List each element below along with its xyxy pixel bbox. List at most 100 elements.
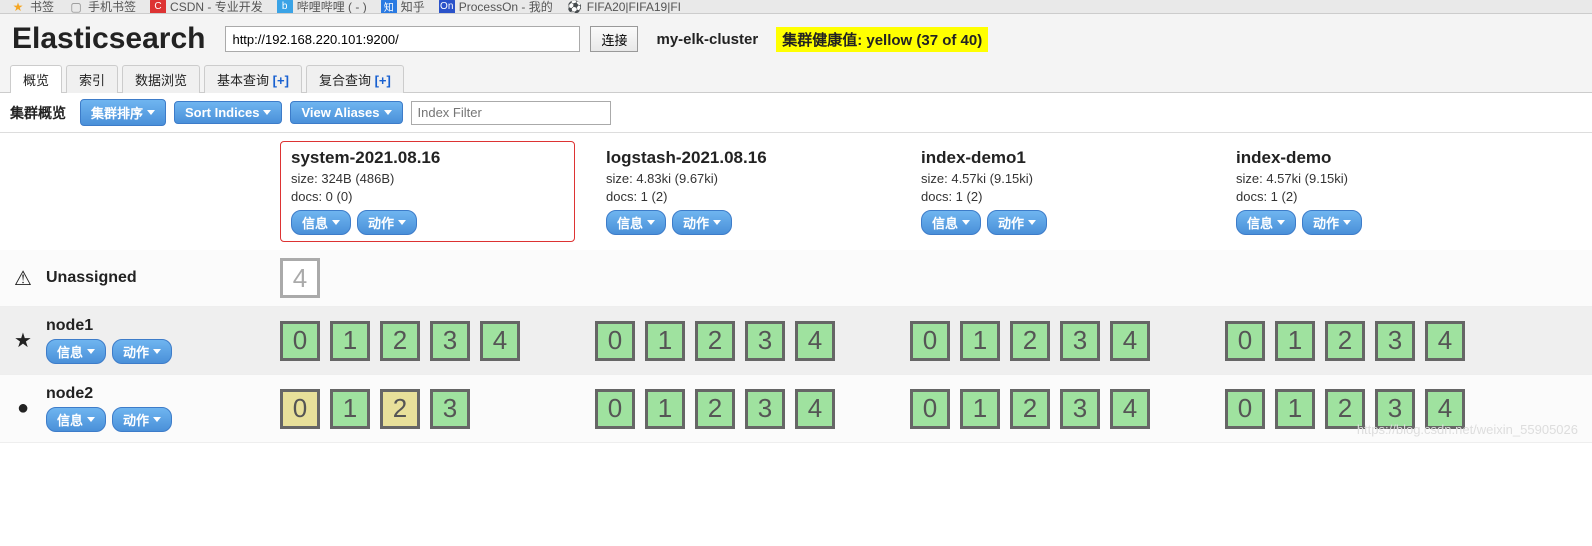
shard-box[interactable]: 3 [430,389,470,429]
shard-box[interactable]: 1 [330,321,370,361]
shard-box[interactable]: 2 [1325,321,1365,361]
shard-box[interactable]: 3 [1060,321,1100,361]
bookmark-label: 手机书签 [88,0,136,14]
app-logo: Elasticsearch [12,22,215,56]
shard-box[interactable]: 0 [910,321,950,361]
index-action-button[interactable]: 动作 [1302,210,1362,235]
cluster-url-input[interactable] [225,26,580,52]
shard-box[interactable]: 4 [1110,321,1150,361]
shard-box[interactable]: 2 [380,321,420,361]
index-name[interactable]: system-2021.08.16 [291,148,564,168]
index-action-button[interactable]: 动作 [672,210,732,235]
bookmark-label: CSDN - 专业开发 [170,0,263,14]
shard-box[interactable]: 4 [280,258,320,298]
index-meta: size: 4.57ki (9.15ki)docs: 1 (2) [921,170,1194,206]
shard-box[interactable]: 0 [910,389,950,429]
node-info-button[interactable]: 信息 [46,339,106,364]
shard-cell [1215,270,1530,286]
index-info-button[interactable]: 信息 [606,210,666,235]
shard-cell: 01234 [585,381,900,437]
bookmark-icon: ★ [10,0,26,14]
app-header: Elasticsearch 连接 my-elk-cluster 集群健康值: y… [0,14,1592,64]
index-name[interactable]: index-demo [1236,148,1509,168]
index-info-button[interactable]: 信息 [1236,210,1296,235]
shard-box[interactable]: 0 [1225,321,1265,361]
shard-box[interactable]: 0 [280,321,320,361]
chevron-down-icon [147,110,155,115]
node-info-button[interactable]: 信息 [46,407,106,432]
shard-box[interactable]: 4 [1425,389,1465,429]
shard-box[interactable]: 4 [795,389,835,429]
shard-box[interactable]: 1 [1275,321,1315,361]
node-name: Unassigned [46,269,137,287]
bookmark-item[interactable]: CCSDN - 专业开发 [150,0,263,14]
cluster-name: my-elk-cluster [648,31,766,48]
shard-box[interactable]: 3 [1060,389,1100,429]
shard-box[interactable]: 1 [1275,389,1315,429]
bookmark-item[interactable]: OnProcessOn - 我的 [439,0,553,14]
shard-box[interactable]: 3 [1375,321,1415,361]
sort-indices-button[interactable]: Sort Indices [174,101,282,124]
shard-box[interactable]: 2 [1010,389,1050,429]
bookmark-label: FIFA20|FIFA19|FI [587,0,681,14]
connect-button[interactable]: 连接 [590,26,638,52]
shard-box[interactable]: 0 [595,321,635,361]
shard-cell: 01234 [270,313,585,369]
node-name: node2 [46,385,172,403]
shard-box[interactable]: 3 [1375,389,1415,429]
index-action-button[interactable]: 动作 [357,210,417,235]
shard-box[interactable]: 0 [1225,389,1265,429]
shard-box[interactable]: 2 [695,389,735,429]
shard-box[interactable]: 1 [645,389,685,429]
index-info-button[interactable]: 信息 [921,210,981,235]
shard-cell [900,270,1215,286]
shard-box[interactable]: 0 [595,389,635,429]
shard-box[interactable]: 1 [960,389,1000,429]
shard-box[interactable]: 2 [1010,321,1050,361]
tab-概览[interactable]: 概览 [10,65,62,93]
bookmark-icon: b [277,0,293,14]
shard-box[interactable]: 4 [1110,389,1150,429]
index-info-button[interactable]: 信息 [291,210,351,235]
view-aliases-button[interactable]: View Aliases [290,101,402,124]
node-action-button[interactable]: 动作 [112,407,172,432]
bookmark-label: ProcessOn - 我的 [459,0,553,14]
shard-box[interactable]: 0 [280,389,320,429]
index-header-cell: logstash-2021.08.16size: 4.83ki (9.67ki)… [585,133,900,250]
node-action-button[interactable]: 动作 [112,339,172,364]
tab-索引[interactable]: 索引 [66,65,118,93]
shard-box[interactable]: 2 [380,389,420,429]
cluster-overview: system-2021.08.16size: 324B (486B)docs: … [0,133,1592,443]
shard-box[interactable]: 4 [1425,321,1465,361]
bookmark-item[interactable]: b哔哩哔哩 ( - ) [277,0,367,14]
shard-cell: 0123 [270,381,585,437]
bookmark-item[interactable]: ▢手机书签 [68,0,136,14]
shard-box[interactable]: 1 [645,321,685,361]
shard-cell: 4 [270,250,585,306]
tab-数据浏览[interactable]: 数据浏览 [122,65,200,93]
shard-box[interactable]: 1 [330,389,370,429]
shard-box[interactable]: 4 [480,321,520,361]
index-name[interactable]: index-demo1 [921,148,1194,168]
tab-基本查询[interactable]: 基本查询 [+] [204,65,302,93]
index-action-button[interactable]: 动作 [987,210,1047,235]
index-filter-input[interactable] [411,101,611,125]
index-name[interactable]: logstash-2021.08.16 [606,148,879,168]
shard-box[interactable]: 3 [745,389,785,429]
shard-box[interactable]: 2 [695,321,735,361]
shard-box[interactable]: 1 [960,321,1000,361]
bookmark-item[interactable]: ★书签 [10,0,54,14]
bookmark-icon: ⚽ [567,0,583,14]
shard-box[interactable]: 3 [745,321,785,361]
sort-cluster-button[interactable]: 集群排序 [80,99,166,126]
toolbar-title: 集群概览 [10,103,72,123]
node-icon: ● [12,397,34,420]
node-row: ★node1信息 动作 01234012340123401234 [0,307,1592,375]
bookmark-item[interactable]: 知知乎 [381,0,425,14]
tab-复合查询[interactable]: 复合查询 [+] [306,65,404,93]
shard-box[interactable]: 2 [1325,389,1365,429]
shard-box[interactable]: 4 [795,321,835,361]
shard-box[interactable]: 3 [430,321,470,361]
bookmark-label: 知乎 [401,0,425,14]
bookmark-item[interactable]: ⚽ FIFA20|FIFA19|FI [567,0,681,14]
